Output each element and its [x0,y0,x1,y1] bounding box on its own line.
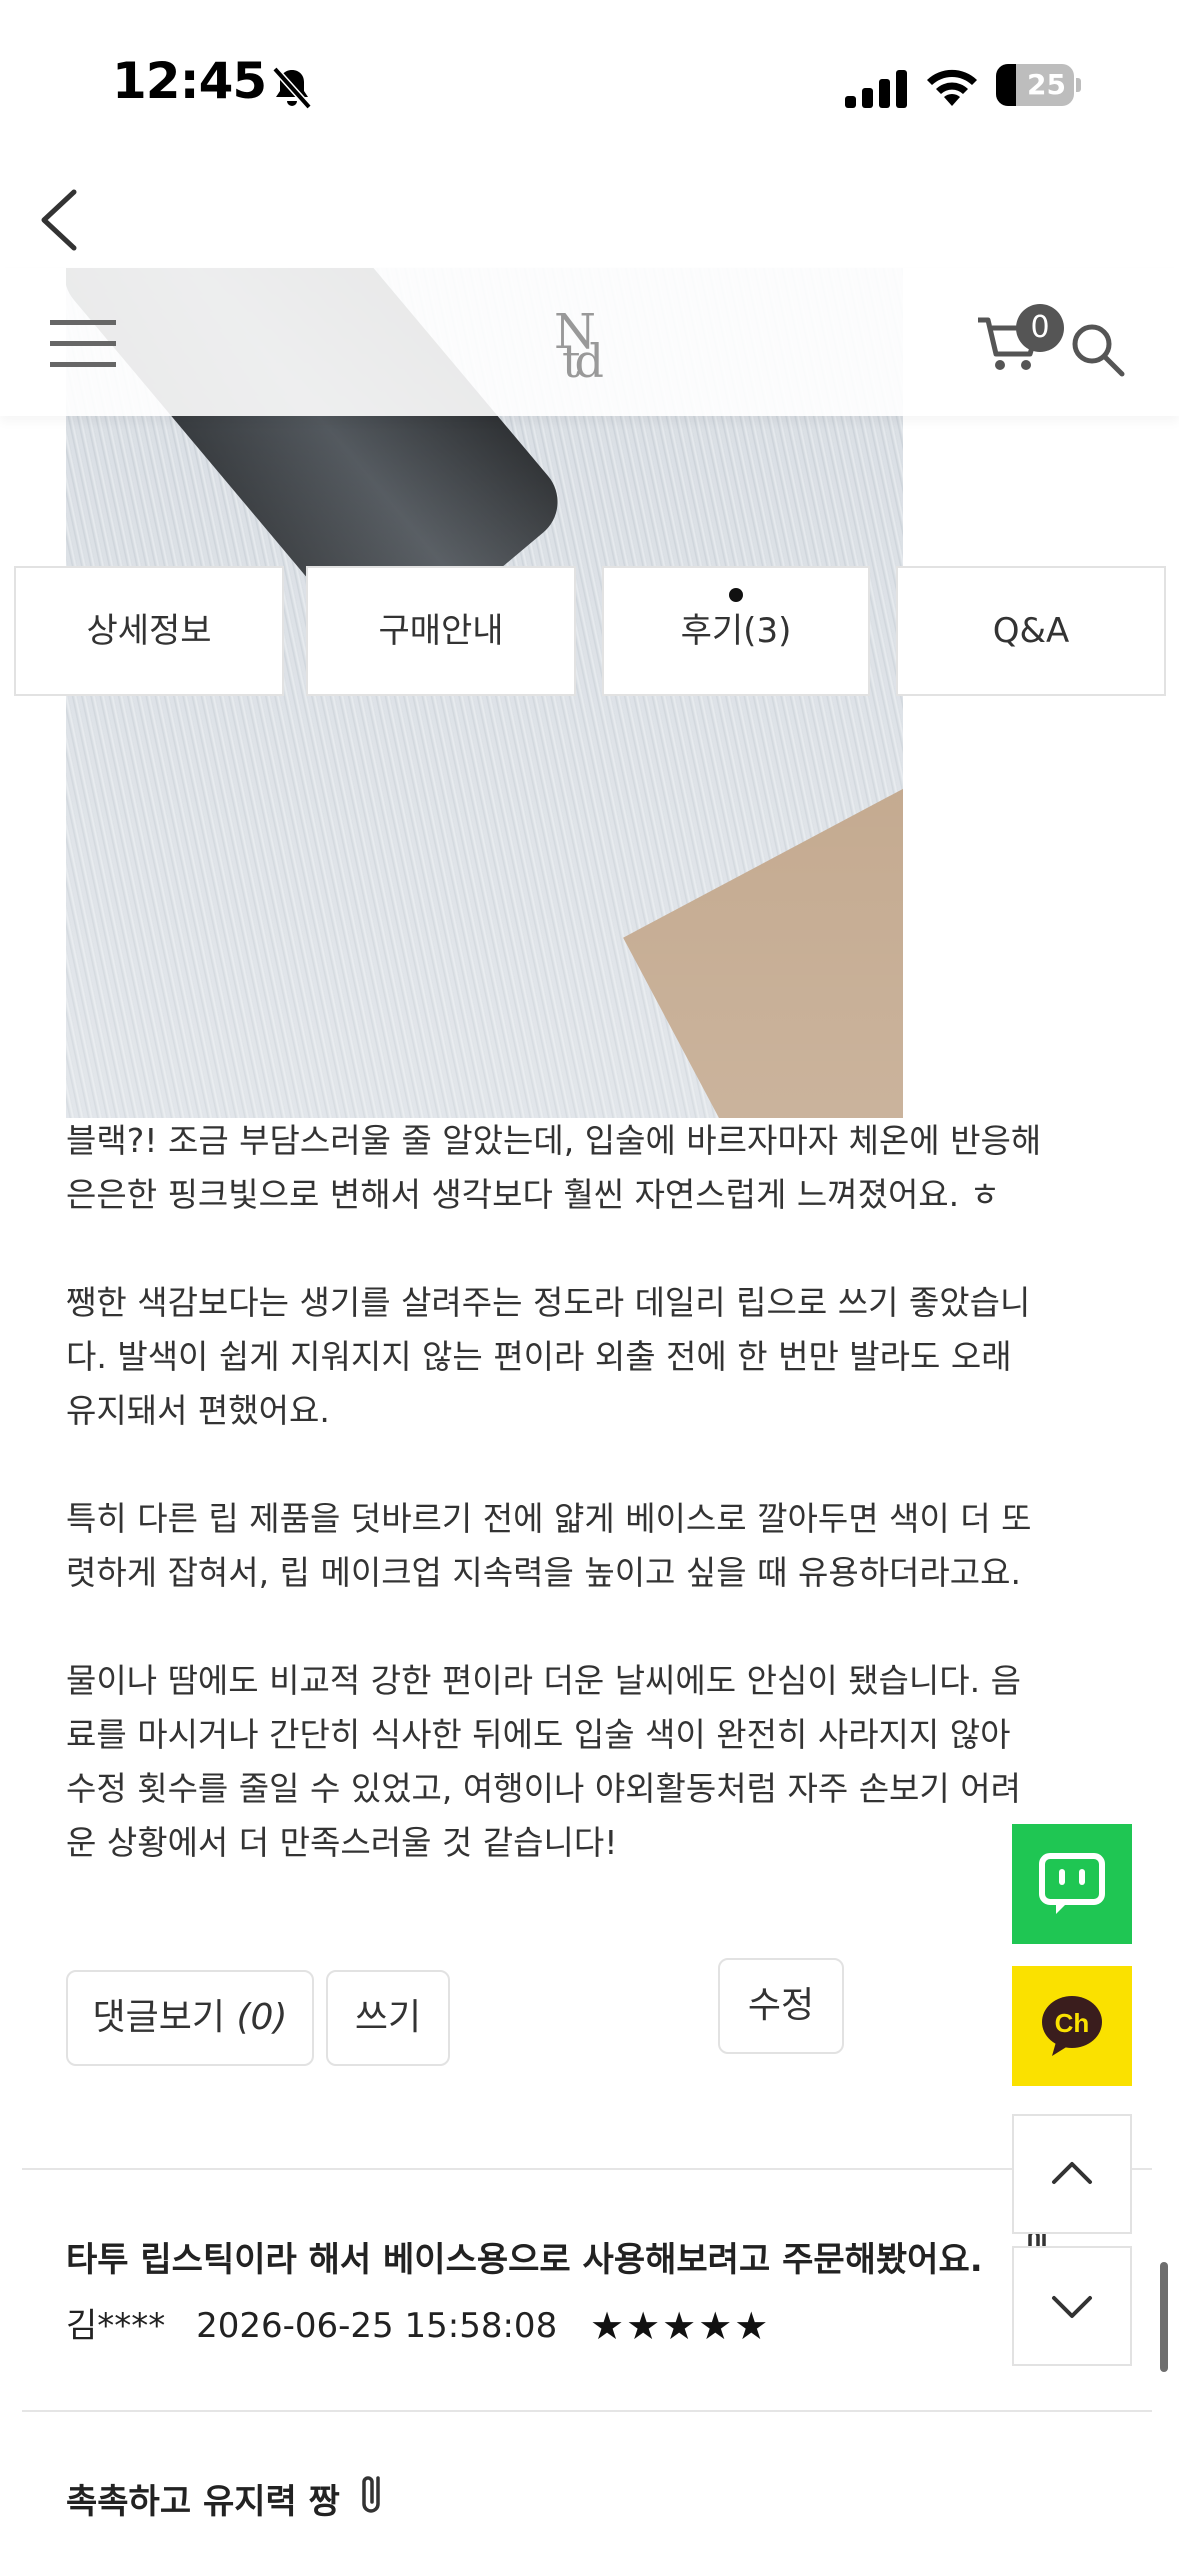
edit-button[interactable]: 수정 [718,1958,844,2054]
wifi-icon [927,69,977,106]
top-header: N td 0 [0,268,1179,416]
star-rating: ★★★★★ [590,2304,771,2348]
review-date: 2026-06-25 15:58:08 [196,2306,558,2346]
chevron-down-icon [1052,2296,1092,2318]
cart-count-badge: 0 [1016,304,1064,352]
divider [22,2410,1152,2412]
tab-details[interactable]: 상세정보 [14,566,284,696]
active-tab-dot [729,588,743,602]
signal-icon [845,70,907,108]
menu-icon[interactable] [50,316,116,372]
review-paragraph: 특히 다른 립 제품을 덧바르기 전에 얇게 베이스로 깔아두면 색이 더 또 … [66,1499,1032,1592]
review-paragraph: 블랙?! 조금 부담스러울 줄 알았는데, 입술에 바르자마자 체온에 반응해 … [66,1121,1042,1214]
back-button[interactable] [30,180,90,260]
review-item-meta: 김**** 2026-06-25 15:58:08 ★★★★★ [66,2298,770,2348]
review-item-title[interactable]: 촉촉하고 유지력 짱 [66,2474,340,2523]
tab-qna[interactable]: Q&A [896,566,1166,696]
review-paragraph: 물이나 땀에도 비교적 강한 편이라 더운 날씨에도 안심이 됐습니다. 음 료… [66,1661,1021,1862]
review-item-title[interactable]: 타투 립스틱이라 해서 베이스용으로 사용해보려고 주문해봤어요. [66,2232,983,2281]
tab-reviews[interactable]: 후기(3) [602,566,870,696]
logo[interactable]: N td [540,304,640,388]
write-comment-button[interactable]: 쓰기 [326,1970,450,2066]
bell-slash-icon [272,66,312,110]
scrollbar[interactable] [1160,2262,1168,2372]
battery-level: 25 [1027,68,1066,101]
scroll-top-button[interactable] [1012,2114,1132,2234]
scroll-bottom-button[interactable] [1012,2246,1132,2366]
battery-icon: 25 [996,64,1082,106]
status-time: 12:45 [112,52,267,110]
kakao-channel-button[interactable]: Ch [1012,1966,1132,2086]
attachment-icon [362,2476,380,2513]
search-icon[interactable] [1068,320,1128,380]
divider [22,2168,1152,2170]
review-author: 김**** [66,2306,166,2346]
chat-bubble-icon [1039,1853,1105,1914]
review-paragraph: 쨍한 색감보다는 생기를 살려주는 정도라 데일리 립으로 쓰기 좋았습니 다.… [66,1283,1031,1430]
review-text: 블랙?! 조금 부담스러울 줄 알았는데, 입술에 바르자마자 체온에 반응해 … [66,1114,1116,1924]
chevron-up-icon [1052,2162,1092,2184]
svg-text:Ch: Ch [1055,2008,1090,2038]
tab-purchase-info[interactable]: 구매안내 [306,566,576,696]
status-bar: 12:45 25 [0,0,1179,170]
view-comments-button[interactable]: 댓글보기 (0) [66,1970,314,2066]
talk-chat-button[interactable] [1012,1824,1132,1944]
kakao-channel-icon: Ch [1042,1996,1102,2056]
